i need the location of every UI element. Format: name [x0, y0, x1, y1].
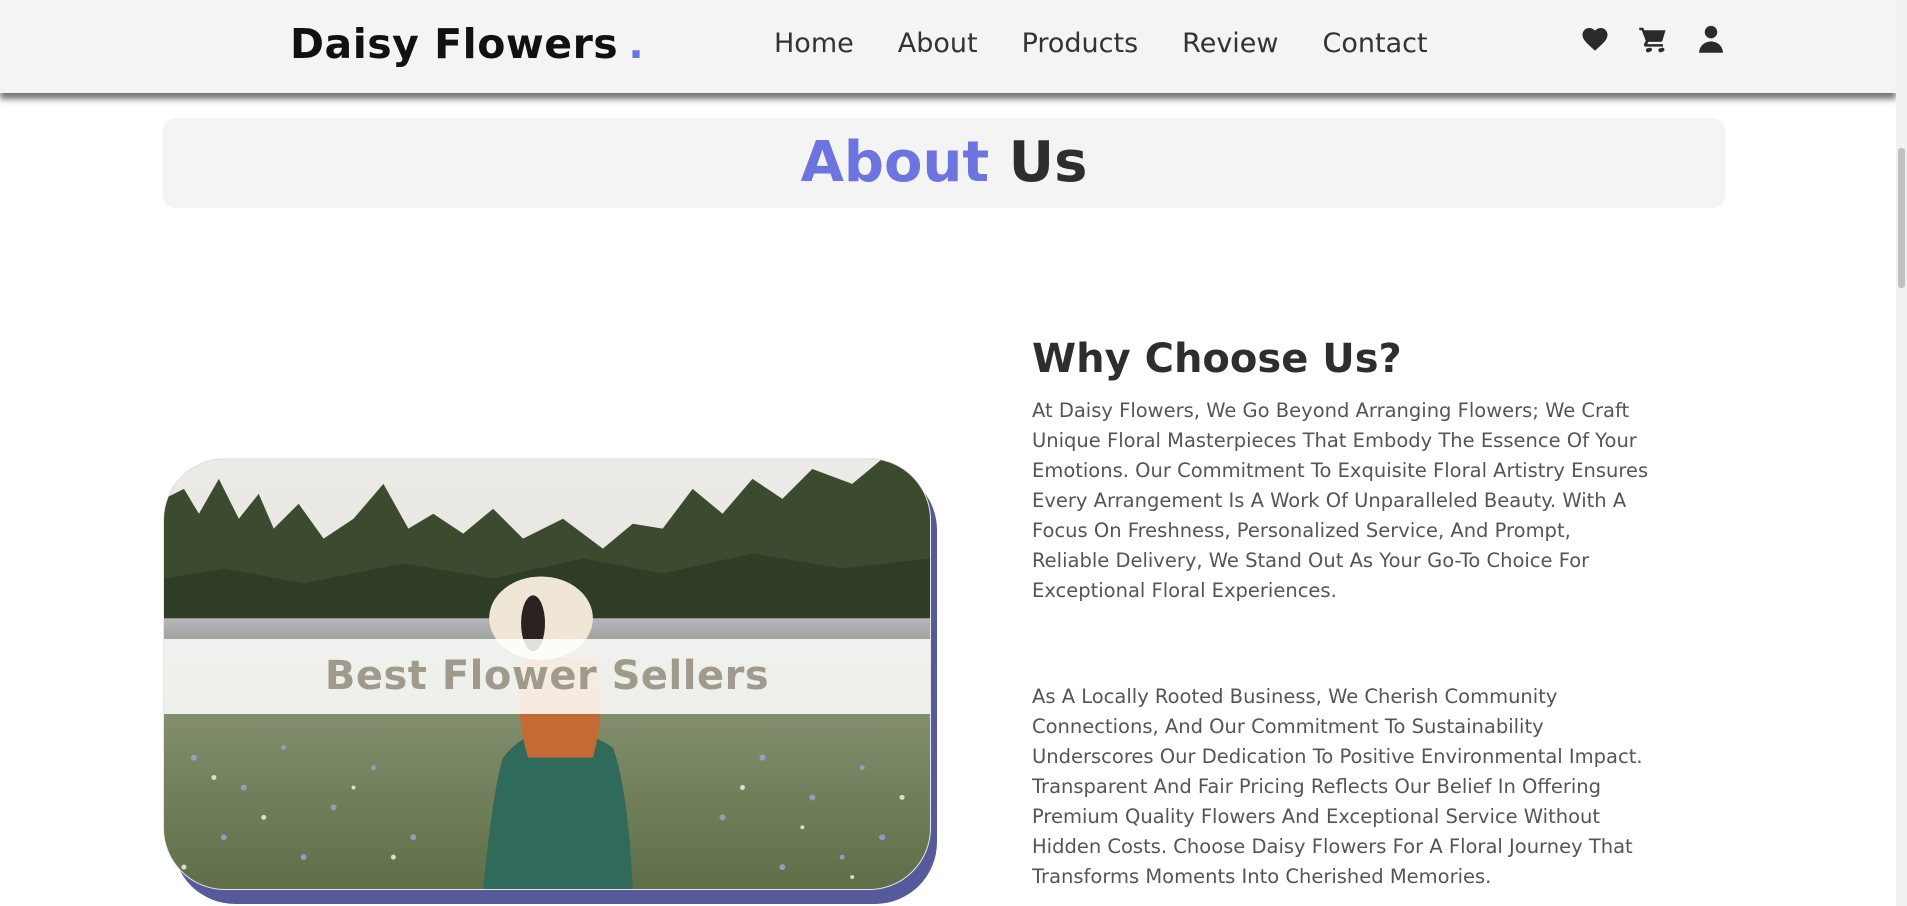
site-header: Daisy Flowers. Home About Products Revie… [0, 0, 1896, 93]
nav-home[interactable]: Home [774, 28, 854, 59]
logo-text: Daisy Flowers [290, 20, 619, 68]
why-choose-us-title: Why Choose Us? [1032, 336, 1402, 382]
heart-icon[interactable] [1578, 22, 1612, 56]
section-title-accent: About [800, 130, 990, 195]
nav-contact[interactable]: Contact [1323, 28, 1428, 59]
about-image-card: Best Flower Sellers [163, 458, 931, 890]
section-title: About Us [163, 118, 1725, 208]
section-heading: About Us [163, 118, 1725, 208]
user-icon[interactable] [1694, 22, 1728, 56]
logo[interactable]: Daisy Flowers. [290, 20, 644, 68]
page-scrollbar[interactable] [1896, 0, 1907, 906]
header-icons [1578, 22, 1728, 56]
card-caption: Best Flower Sellers [324, 653, 770, 699]
main-nav: Home About Products Review Contact [774, 28, 1472, 59]
card-caption-band: Best Flower Sellers [164, 639, 930, 714]
why-paragraph-2: As A Locally Rooted Business, We Cherish… [1032, 685, 1643, 888]
nav-review[interactable]: Review [1182, 28, 1278, 59]
scrollbar-thumb[interactable] [1898, 148, 1905, 288]
logo-dot: . [628, 20, 645, 68]
cart-icon[interactable] [1636, 22, 1670, 56]
nav-products[interactable]: Products [1022, 28, 1139, 59]
why-paragraph-1: At Daisy Flowers, We Go Beyond Arranging… [1032, 399, 1649, 602]
section-title-rest: Us [1008, 130, 1088, 195]
nav-about[interactable]: About [898, 28, 978, 59]
